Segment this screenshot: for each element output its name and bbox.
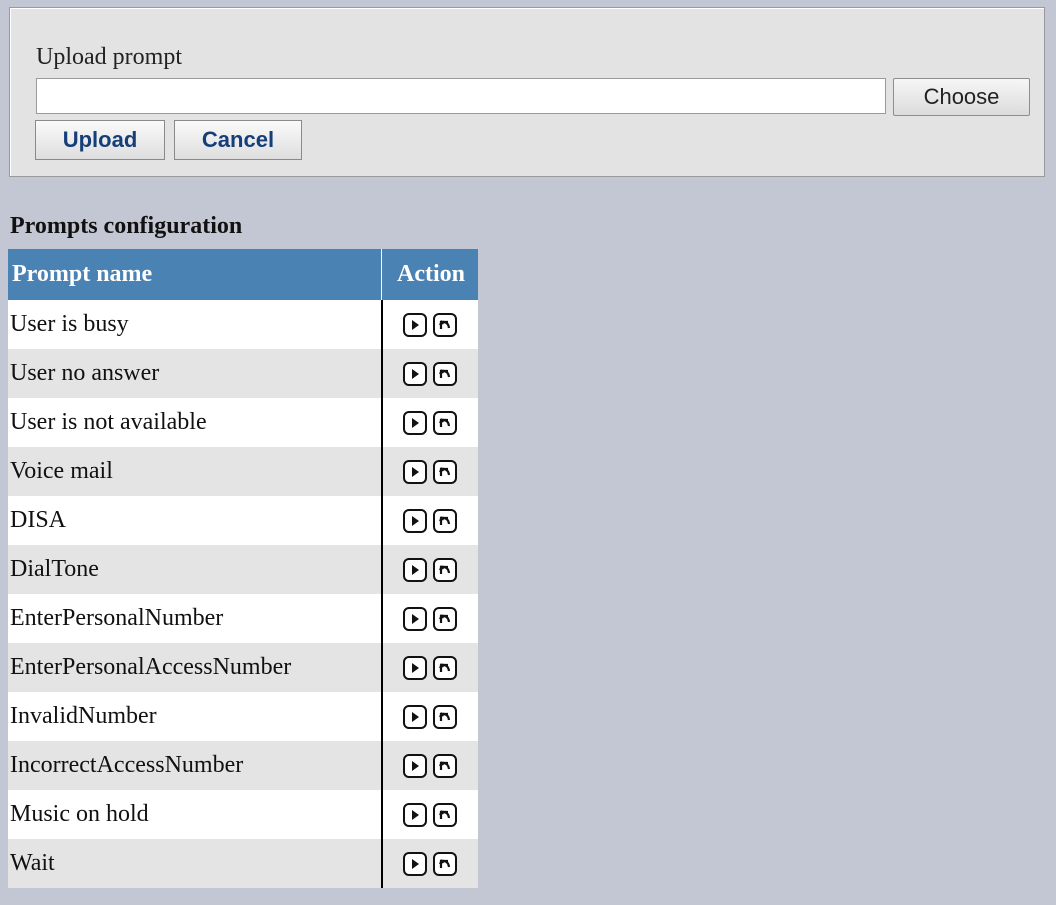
action-cell [380,643,478,692]
action-cell [380,741,478,790]
play-icon[interactable] [403,852,428,877]
prompt-name-cell: Voice mail [8,447,382,496]
table-row: EnterPersonalAccessNumber [8,643,478,692]
play-icon[interactable] [403,313,428,338]
table-row: InvalidNumber [8,692,478,741]
cancel-button[interactable]: Cancel [174,120,302,160]
action-cell [380,447,478,496]
reset-icon[interactable] [433,362,458,387]
table-row: DISA [8,496,478,545]
table-row: IncorrectAccessNumber [8,741,478,790]
action-cell [380,594,478,643]
play-icon[interactable] [403,705,428,730]
prompt-name-cell: User is not available [8,398,382,447]
column-header-prompt-name: Prompt name [8,249,382,300]
upload-button[interactable]: Upload [35,120,165,160]
table-row: User is busy [8,300,478,349]
reset-icon[interactable] [433,460,458,485]
play-icon[interactable] [403,411,428,436]
reset-icon[interactable] [433,852,458,877]
prompts-table: Prompt name Action User is busy User no a… [8,249,478,888]
play-icon[interactable] [403,558,428,583]
action-cell [380,349,478,398]
section-title: Prompts configuration [10,213,243,239]
action-cell [380,398,478,447]
table-header-row: Prompt name Action [8,249,478,300]
action-cell [380,692,478,741]
table-row: EnterPersonalNumber [8,594,478,643]
prompt-name-cell: DialTone [8,545,382,594]
prompt-name-cell: EnterPersonalAccessNumber [8,643,382,692]
table-row: User no answer [8,349,478,398]
prompt-name-cell: Music on hold [8,790,382,839]
play-icon[interactable] [403,509,428,534]
play-icon[interactable] [403,362,428,387]
reset-icon[interactable] [433,656,458,681]
choose-button[interactable]: Choose [893,78,1030,116]
table-row: Music on hold [8,790,478,839]
file-path-input[interactable] [36,78,886,114]
prompt-name-cell: User is busy [8,300,382,349]
prompt-name-cell: EnterPersonalNumber [8,594,382,643]
table-row: Voice mail [8,447,478,496]
table-row: Wait [8,839,478,888]
reset-icon[interactable] [433,754,458,779]
play-icon[interactable] [403,656,428,681]
reset-icon[interactable] [433,411,458,436]
action-cell [380,300,478,349]
reset-icon[interactable] [433,509,458,534]
play-icon[interactable] [403,803,428,828]
upload-prompt-label: Upload prompt [36,44,182,70]
action-cell [380,545,478,594]
reset-icon[interactable] [433,607,458,632]
table-row: User is not available [8,398,478,447]
table-row: DialTone [8,545,478,594]
column-header-action: Action [381,249,478,300]
prompt-name-cell: User no answer [8,349,382,398]
play-icon[interactable] [403,754,428,779]
action-cell [380,496,478,545]
action-cell [380,839,478,888]
action-cell [380,790,478,839]
prompt-name-cell: Wait [8,839,382,888]
play-icon[interactable] [403,607,428,632]
play-icon[interactable] [403,460,428,485]
reset-icon[interactable] [433,313,458,338]
prompt-name-cell: IncorrectAccessNumber [8,741,382,790]
upload-panel: Upload prompt Choose Upload Cancel [9,7,1045,177]
prompt-name-cell: InvalidNumber [8,692,382,741]
prompt-rows: User is busy User no answer User is not av… [8,300,478,888]
prompt-name-cell: DISA [8,496,382,545]
reset-icon[interactable] [433,705,458,730]
reset-icon[interactable] [433,558,458,583]
reset-icon[interactable] [433,803,458,828]
